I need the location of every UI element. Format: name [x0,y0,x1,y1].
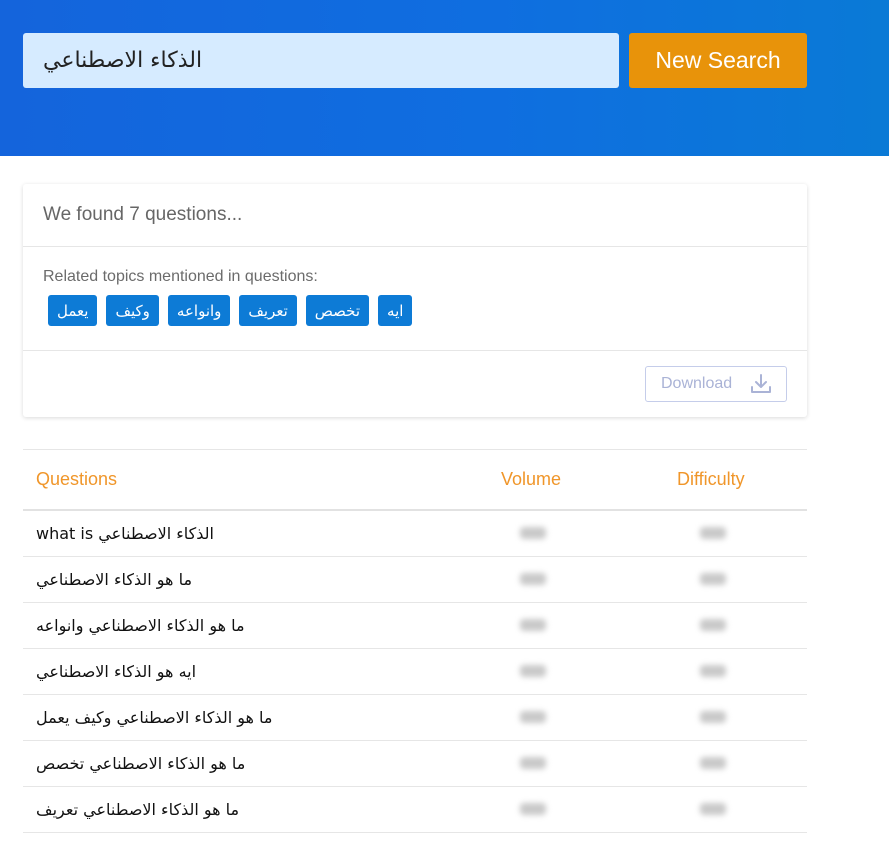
table-row[interactable]: ما هو الذكاء الاصطناعي وانواعه [23,603,807,649]
search-input[interactable] [23,33,619,88]
results-count: We found 7 questions... [23,184,807,247]
topic-chip[interactable]: ايه [378,295,413,326]
volume-value-blurred [520,527,546,539]
topic-chip[interactable]: يعمل [48,295,98,326]
question-text[interactable]: ما هو الذكاء الاصطناعي وانواعه [36,603,245,648]
topic-chip[interactable]: تعريف [239,295,297,326]
topic-chip[interactable]: وكيف [106,295,159,326]
question-text[interactable]: ايه هو الذكاء الاصطناعي [36,649,196,694]
table-row[interactable]: ما هو الذكاء الاصطناعي [23,557,807,603]
volume-value-blurred [520,665,546,677]
table-header: Questions Volume Difficulty [23,449,807,511]
volume-value-blurred [520,803,546,815]
volume-value-blurred [520,619,546,631]
new-search-button[interactable]: New Search [629,33,807,88]
column-header-volume[interactable]: Volume [501,469,561,490]
search-header: New Search [0,0,889,156]
results-summary-card: We found 7 questions... Related topics m… [23,184,807,417]
table-row[interactable]: ما هو الذكاء الاصطناعي تخصص [23,741,807,787]
table-row[interactable]: ايه هو الذكاء الاصطناعي [23,649,807,695]
difficulty-value-blurred [700,573,726,585]
results-count-text: We found 7 questions... [43,204,243,225]
column-header-difficulty[interactable]: Difficulty [677,469,745,490]
question-text[interactable]: ما هو الذكاء الاصطناعي تخصص [36,741,245,786]
question-text[interactable]: ما هو الذكاء الاصطناعي وكيف يعمل [36,695,272,740]
questions-table: Questions Volume Difficulty what is الذك… [23,449,807,833]
related-topics-label: Related topics mentioned in questions: [43,268,318,285]
table-row[interactable]: what is الذكاء الاصطناعي [23,511,807,557]
difficulty-value-blurred [700,757,726,769]
volume-value-blurred [520,757,546,769]
related-topics-section: Related topics mentioned in questions: ي… [23,247,807,351]
difficulty-value-blurred [700,711,726,723]
difficulty-value-blurred [700,527,726,539]
topic-chips: يعمل وكيف وانواعه تعريف تخصص ايه [48,295,413,326]
volume-value-blurred [520,711,546,723]
difficulty-value-blurred [700,665,726,677]
download-icon [751,374,771,393]
question-text[interactable]: ما هو الذكاء الاصطناعي تعريف [36,787,239,832]
question-text[interactable]: what is الذكاء الاصطناعي [36,511,214,556]
column-header-questions[interactable]: Questions [36,469,117,490]
difficulty-value-blurred [700,619,726,631]
topic-chip[interactable]: وانواعه [167,295,231,326]
difficulty-value-blurred [700,803,726,815]
volume-value-blurred [520,573,546,585]
download-button[interactable]: Download [645,366,787,402]
question-text[interactable]: ما هو الذكاء الاصطناعي [36,557,192,602]
download-label: Download [661,375,733,392]
table-row[interactable]: ما هو الذكاء الاصطناعي تعريف [23,787,807,833]
table-row[interactable]: ما هو الذكاء الاصطناعي وكيف يعمل [23,695,807,741]
topic-chip[interactable]: تخصص [305,295,370,326]
